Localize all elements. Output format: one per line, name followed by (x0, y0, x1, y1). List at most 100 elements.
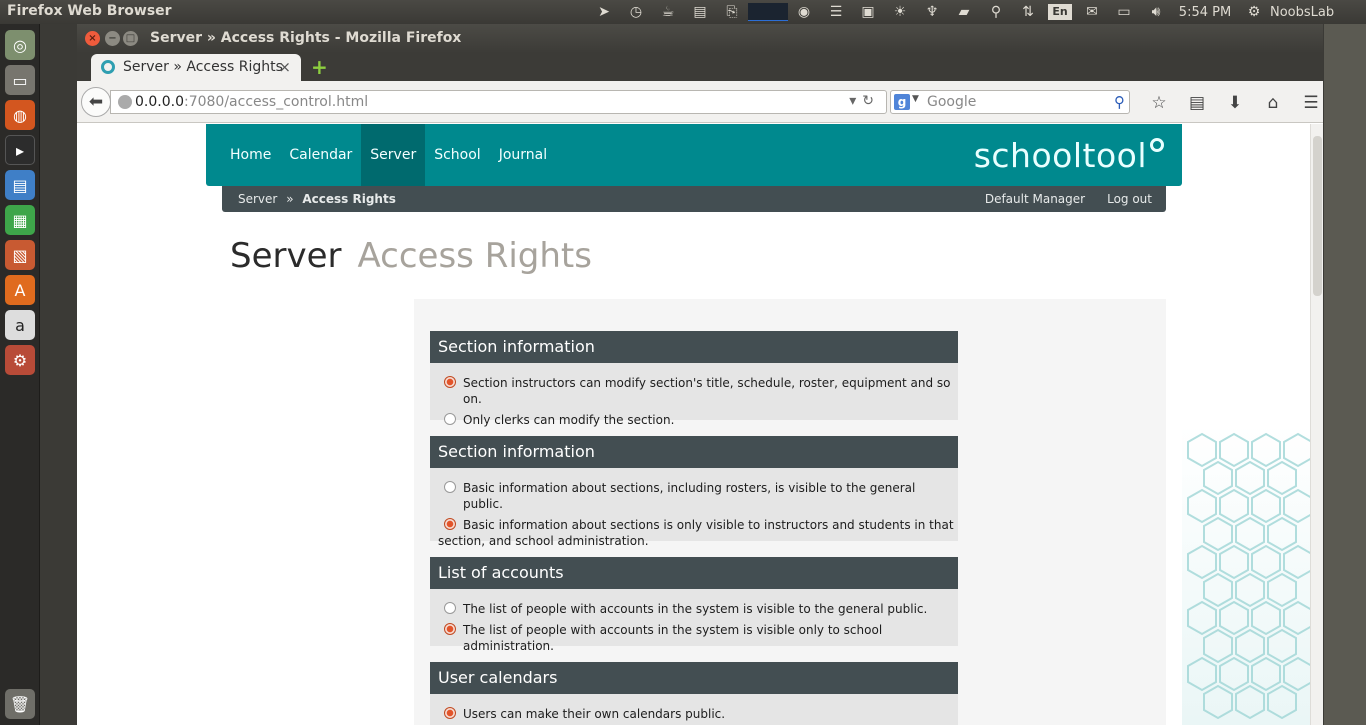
terminal-icon[interactable]: ▸ (5, 135, 35, 165)
group-list-of-accounts: List of accounts The list of people with… (430, 557, 958, 653)
radio-button-checked[interactable] (444, 376, 456, 388)
trash-icon[interactable]: 🗑︎ (5, 689, 35, 719)
radio-button[interactable] (444, 413, 456, 425)
option-row[interactable]: Users can make their own calendars publi… (430, 706, 958, 722)
group-section-visibility: Section information Basic information ab… (430, 436, 958, 548)
active-app-title: Firefox Web Browser (7, 3, 172, 19)
cursor-icon[interactable]: ➤ (588, 4, 620, 20)
files-icon[interactable]: ▭ (5, 65, 35, 95)
menu-icon[interactable]: ☰ (820, 4, 852, 20)
search-bar[interactable]: g ▼ Google ⚲ (890, 90, 1130, 114)
nav-server[interactable]: Server (361, 124, 426, 186)
hamburger-menu-icon[interactable]: ☰ (1292, 93, 1330, 113)
battery-green-icon[interactable]: ▰ (948, 4, 980, 20)
group-user-calendars: User calendars Users can make their own … (430, 662, 958, 725)
bookmark-star-icon[interactable]: ☆ (1140, 93, 1178, 113)
nav-home[interactable]: Home (221, 124, 280, 186)
tab-close-icon[interactable]: × (278, 58, 291, 76)
radio-button[interactable] (444, 602, 456, 614)
scrollbar-thumb[interactable] (1313, 136, 1322, 296)
group-heading: List of accounts (430, 557, 958, 589)
firefox-icon[interactable]: ◍ (5, 100, 35, 130)
group-heading: Section information (430, 436, 958, 468)
clock[interactable]: 5:54 PM (1172, 5, 1238, 20)
settings-gear-icon[interactable]: ⚙ (1238, 4, 1270, 20)
option-label: The list of people with accounts in the … (463, 602, 928, 616)
schooltool-logo[interactable]: schooltool (974, 136, 1164, 175)
option-label: Section instructors can modify section's… (463, 376, 951, 406)
back-button[interactable]: ⬅︎ (81, 87, 111, 117)
maximize-window-icon[interactable]: □ (123, 31, 138, 46)
document-icon[interactable]: ▤ (684, 4, 716, 20)
breadcrumb-separator: » (286, 192, 294, 206)
page-title: Server Access Rights (230, 236, 592, 276)
logout-link[interactable]: Log out (1107, 192, 1152, 206)
system-tray: ➤ ◷ ☕ ▤ ⎘ ◉ ☰ ▣ ☀ ♆ ▰ ⚲ ⇅ En ✉ ▭ 🔊︎ 5:54… (588, 0, 1366, 24)
radio-button[interactable] (444, 481, 456, 493)
writer-icon[interactable]: ▤ (5, 170, 35, 200)
radio-button-checked[interactable] (444, 707, 456, 719)
engine-dropdown-icon[interactable]: ▼ (912, 94, 919, 104)
nav-school[interactable]: School (425, 124, 489, 186)
nav-calendar[interactable]: Calendar (280, 124, 361, 186)
option-row[interactable]: The list of people with accounts in the … (430, 622, 958, 654)
battery-icon[interactable]: ▭ (1108, 4, 1140, 20)
user-name[interactable]: NoobsLab (1270, 5, 1366, 20)
indicator-icon[interactable]: ♆ (916, 4, 948, 20)
url-controls[interactable]: ▾↻ (849, 93, 880, 109)
nav-journal[interactable]: Journal (490, 124, 556, 186)
network-monitor-icon[interactable] (748, 3, 788, 21)
radio-button-checked[interactable] (444, 518, 456, 530)
desktop-background (1324, 24, 1366, 725)
radio-button-checked[interactable] (444, 623, 456, 635)
tab-label: Server » Access Rights (123, 59, 283, 75)
site-header: Home Calendar Server School Journal scho… (206, 124, 1182, 186)
tab-bar: Server » Access Rights × + (77, 53, 1323, 81)
mail-icon[interactable]: ✉ (1076, 4, 1108, 20)
brightness-icon[interactable]: ☀ (884, 4, 916, 20)
url-bar[interactable]: 0.0.0.0:7080/access_control.html ▾↻ (110, 90, 887, 114)
calc-icon[interactable]: ▦ (5, 205, 35, 235)
breadcrumb-server[interactable]: Server (238, 192, 277, 206)
home-icon[interactable]: ⌂ (1254, 93, 1292, 113)
keyboard-lang-indicator[interactable]: En (1048, 4, 1072, 20)
clock-icon[interactable]: ◷ (620, 4, 652, 20)
amazon-icon[interactable]: a (5, 310, 35, 340)
impress-icon[interactable]: ▧ (5, 240, 35, 270)
coffee-icon[interactable]: ☕ (652, 4, 684, 20)
close-window-icon[interactable]: × (85, 31, 100, 46)
schooltool-favicon-icon (101, 60, 115, 74)
google-engine-icon[interactable]: g (894, 94, 910, 110)
system-settings-icon[interactable]: ⚙ (5, 345, 35, 375)
default-manager-link[interactable]: Default Manager (985, 192, 1085, 206)
option-label: Basic information about sections, includ… (463, 481, 916, 511)
dash-home-icon[interactable]: ◎ (5, 30, 35, 60)
breadcrumb-bar: Server » Access Rights Default Manager L… (222, 186, 1166, 212)
option-label: The list of people with accounts in the … (463, 623, 883, 653)
reload-icon: ↻ (862, 93, 880, 109)
volume-icon[interactable]: 🔊︎ (1140, 4, 1172, 20)
site-identity-icon[interactable] (118, 95, 132, 109)
history-dropdown-icon: ▾ (849, 93, 863, 109)
tab-access-rights[interactable]: Server » Access Rights × (91, 54, 301, 81)
eye-icon[interactable]: ◉ (788, 4, 820, 20)
breadcrumb-current: Access Rights (302, 192, 396, 206)
software-center-icon[interactable]: A (5, 275, 35, 305)
search-icon[interactable]: ⚲ (980, 4, 1012, 20)
new-tab-button[interactable]: + (311, 55, 328, 79)
clip-icon[interactable]: ⎘ (716, 4, 748, 20)
option-row[interactable]: Only clerks can modify the section. (430, 412, 958, 428)
transfer-icon[interactable]: ⇅ (1012, 4, 1044, 20)
notes-icon[interactable]: ▣ (852, 4, 884, 20)
option-row[interactable]: Basic information about sections is only… (430, 517, 958, 549)
bookmarks-menu-icon[interactable]: ▤ (1178, 93, 1216, 113)
minimize-window-icon[interactable]: − (105, 31, 120, 46)
vertical-scrollbar[interactable] (1310, 124, 1323, 725)
option-row[interactable]: Section instructors can modify section's… (430, 375, 958, 407)
search-go-icon[interactable]: ⚲ (1114, 93, 1125, 111)
option-row[interactable]: Basic information about sections, includ… (430, 480, 958, 512)
url-text: 0.0.0.0:7080/access_control.html (135, 94, 369, 110)
option-row[interactable]: The list of people with accounts in the … (430, 601, 958, 617)
nav-toolbar: 0.0.0.0:7080/access_control.html ▾↻ ⬅︎ g… (77, 81, 1323, 123)
downloads-icon[interactable]: ⬇︎ (1216, 93, 1254, 113)
